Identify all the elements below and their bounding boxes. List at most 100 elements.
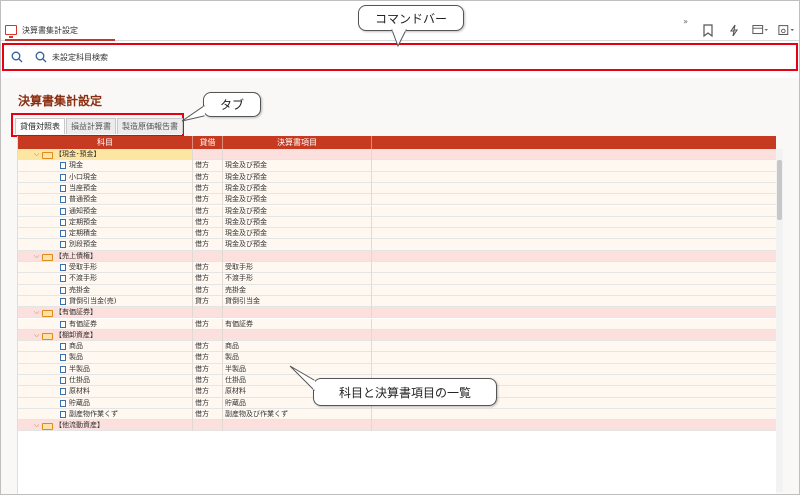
cell-account[interactable]: 定期預金 — [18, 216, 193, 228]
cell-account[interactable]: 売掛金 — [18, 284, 193, 296]
cell-side[interactable]: 借方 — [193, 284, 223, 296]
bookmark-icon[interactable] — [700, 22, 716, 38]
cell-account[interactable]: ⌵ 【他流動資産】 — [18, 420, 193, 432]
cell-statement-item[interactable]: 売掛金 — [223, 284, 372, 296]
collapse-arrow-icon[interactable]: ⌵ — [34, 307, 39, 318]
cell-statement-item[interactable]: 現金及び預金 — [223, 160, 372, 172]
tab-1[interactable]: 損益計算書 — [66, 118, 116, 134]
table-row[interactable]: 小口現金 借方 現金及び預金 — [18, 171, 776, 183]
cell-statement-item[interactable]: 商品 — [223, 341, 372, 353]
table-row[interactable]: 半製品 借方 半製品 — [18, 363, 776, 375]
overflow-chevron-icon[interactable]: » — [683, 17, 688, 26]
cell-side[interactable]: 借方 — [193, 352, 223, 364]
cell-statement-item[interactable]: 現金及び預金 — [223, 182, 372, 194]
cell-account[interactable]: ⌵ 【売上債権】 — [18, 250, 193, 262]
cell-side[interactable] — [193, 420, 223, 432]
cell-account[interactable]: 当座預金 — [18, 182, 193, 194]
cell-side[interactable] — [193, 307, 223, 319]
cell-statement-item[interactable]: 貸倒引当金 — [223, 295, 372, 307]
header-side[interactable]: 貸借 — [193, 136, 223, 149]
cell-side[interactable]: 借方 — [193, 216, 223, 228]
collapse-arrow-icon[interactable]: ⌵ — [34, 420, 39, 431]
cell-account[interactable]: 半製品 — [18, 363, 193, 375]
table-row[interactable]: 商品 借方 商品 — [18, 341, 776, 353]
cell-statement-item[interactable]: 現金及び預金 — [223, 216, 372, 228]
cell-statement-item[interactable] — [223, 250, 372, 262]
tab-2[interactable]: 製造原価報告書 — [117, 118, 183, 134]
cell-statement-item[interactable]: 受取手形 — [223, 262, 372, 273]
group-row[interactable]: ⌵ 【棚卸資産】 — [18, 329, 776, 342]
cell-side[interactable]: 借方 — [193, 205, 223, 217]
table-row[interactable]: 定期積金 借方 現金及び預金 — [18, 228, 776, 240]
table-row[interactable]: 不渡手形 借方 不渡手形 — [18, 273, 776, 285]
cell-account[interactable]: ⌵ 【現金･預金】 — [18, 149, 193, 160]
unassigned-search-button[interactable]: 未設定科目検索 — [52, 52, 108, 63]
cell-side[interactable]: 借方 — [193, 386, 223, 398]
cell-account[interactable]: 通知預金 — [18, 205, 193, 217]
cell-account[interactable]: 有価証券 — [18, 318, 193, 330]
cell-side[interactable]: 貸方 — [193, 295, 223, 307]
collapse-arrow-icon[interactable]: ⌵ — [34, 330, 39, 341]
table-row[interactable]: 通知預金 借方 現金及び預金 — [18, 205, 776, 217]
cell-account[interactable]: 別段預金 — [18, 239, 193, 251]
cell-account[interactable]: 仕掛品 — [18, 375, 193, 386]
settings-window-icon[interactable] — [778, 22, 794, 38]
cell-side[interactable]: 借方 — [193, 239, 223, 251]
cell-account[interactable]: 小口現金 — [18, 171, 193, 183]
cell-account[interactable]: 定期積金 — [18, 228, 193, 240]
table-row[interactable]: 現金 借方 現金及び預金 — [18, 160, 776, 172]
cell-statement-item[interactable]: 副産物及び作業くず — [223, 408, 372, 420]
tab-0[interactable]: 貸借対照表 — [15, 118, 65, 134]
cell-account[interactable]: 不渡手形 — [18, 273, 193, 285]
cell-account[interactable]: 製品 — [18, 352, 193, 364]
cell-statement-item[interactable]: 不渡手形 — [223, 273, 372, 285]
group-row[interactable]: ⌵ 【他流動資産】 — [18, 420, 776, 432]
cell-side[interactable] — [193, 250, 223, 262]
cell-account[interactable]: 商品 — [18, 341, 193, 353]
cell-side[interactable]: 借方 — [193, 194, 223, 206]
cell-account[interactable]: 副産物作業くず — [18, 408, 193, 420]
collapse-arrow-icon[interactable]: ⌵ — [34, 251, 39, 262]
cell-account[interactable]: 受取手形 — [18, 262, 193, 273]
cell-side[interactable]: 借方 — [193, 273, 223, 285]
cell-statement-item[interactable] — [223, 307, 372, 319]
table-row[interactable]: 当座預金 借方 現金及び預金 — [18, 182, 776, 195]
table-row[interactable]: 貸倒引当金(売) 貸方 貸倒引当金 — [18, 295, 776, 308]
cell-side[interactable]: 借方 — [193, 228, 223, 240]
cell-side[interactable] — [193, 149, 223, 160]
table-row[interactable]: 副産物作業くず 借方 副産物及び作業くず — [18, 408, 776, 421]
cell-account[interactable]: 貯蔵品 — [18, 397, 193, 409]
unassigned-search-icon[interactable] — [34, 50, 48, 64]
group-row[interactable]: ⌵ 【有価証券】 — [18, 307, 776, 319]
table-row[interactable]: 製品 借方 製品 — [18, 352, 776, 364]
group-row[interactable]: ⌵ 【現金･預金】 — [18, 149, 776, 161]
cell-account[interactable]: 普通預金 — [18, 194, 193, 206]
cell-side[interactable]: 借方 — [193, 341, 223, 353]
cell-side[interactable]: 借方 — [193, 397, 223, 409]
cell-statement-item[interactable] — [223, 149, 372, 160]
cell-statement-item[interactable] — [223, 420, 372, 432]
cell-statement-item[interactable]: 有価証券 — [223, 318, 372, 330]
table-row[interactable]: 定期預金 借方 現金及び預金 — [18, 216, 776, 229]
table-row[interactable]: 売掛金 借方 売掛金 — [18, 284, 776, 296]
window-layout-icon[interactable] — [752, 22, 768, 38]
cell-side[interactable]: 借方 — [193, 182, 223, 194]
cell-side[interactable]: 借方 — [193, 318, 223, 330]
table-row[interactable]: 有価証券 借方 有価証券 — [18, 318, 776, 330]
lightning-icon[interactable] — [726, 22, 742, 38]
cell-side[interactable]: 借方 — [193, 171, 223, 183]
cell-account[interactable]: ⌵ 【棚卸資産】 — [18, 329, 193, 341]
table-row[interactable]: 普通預金 借方 現金及び預金 — [18, 194, 776, 206]
collapse-arrow-icon[interactable]: ⌵ — [34, 149, 39, 160]
cell-account[interactable]: 原材料 — [18, 386, 193, 398]
cell-side[interactable]: 借方 — [193, 375, 223, 386]
cell-side[interactable]: 借方 — [193, 363, 223, 375]
cell-side[interactable]: 借方 — [193, 408, 223, 420]
cell-statement-item[interactable] — [223, 329, 372, 341]
cell-side[interactable]: 借方 — [193, 160, 223, 172]
cell-statement-item[interactable]: 現金及び預金 — [223, 228, 372, 240]
table-row[interactable]: 別段預金 借方 現金及び預金 — [18, 239, 776, 251]
table-row[interactable]: 受取手形 借方 受取手形 — [18, 262, 776, 274]
group-row[interactable]: ⌵ 【売上債権】 — [18, 250, 776, 262]
search-icon[interactable] — [10, 50, 24, 64]
